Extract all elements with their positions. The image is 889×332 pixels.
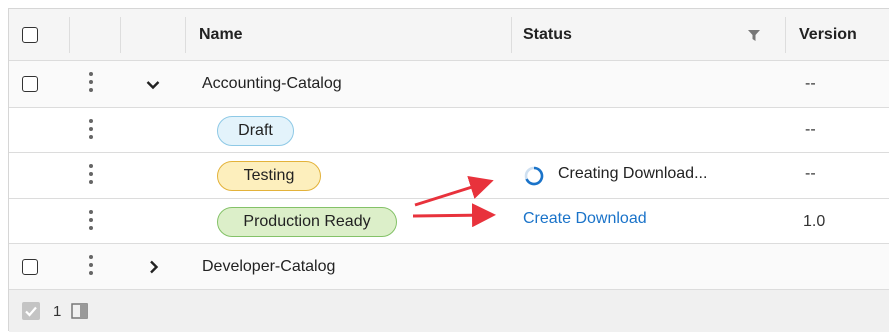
annotation-arrows bbox=[412, 175, 496, 228]
arrow-icon bbox=[414, 175, 494, 207]
arrow-icon bbox=[412, 203, 496, 228]
